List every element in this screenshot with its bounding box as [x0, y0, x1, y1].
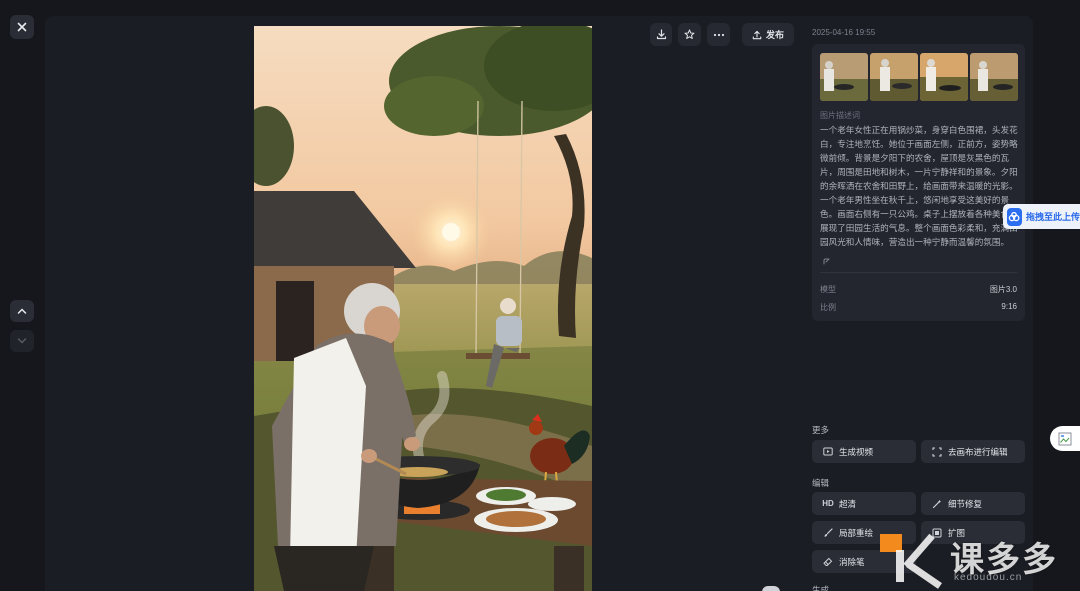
- image-info-card: 图片描述词 一个老年女性正在用锅炒菜，身穿白色围裙，头发花白，专注地烹饪。她位于…: [812, 44, 1025, 321]
- canvas-edit-button[interactable]: 去画布进行编辑: [921, 440, 1025, 463]
- cloud-drive-icon: [1007, 207, 1022, 226]
- eraser-icon: [822, 557, 834, 567]
- section-more-title: 更多: [812, 425, 830, 435]
- expand-icon: [931, 528, 943, 538]
- variant-thumbnails: [820, 53, 1018, 101]
- variant-thumbnail[interactable]: [870, 53, 918, 101]
- model-value: 图片3.0: [989, 285, 1017, 294]
- generated-image[interactable]: [254, 26, 592, 591]
- publish-label: 发布: [765, 30, 784, 40]
- section-generate-title: 生成: [812, 585, 830, 591]
- publish-button[interactable]: 发布: [742, 23, 794, 46]
- upload-icon: [752, 30, 762, 39]
- close-button[interactable]: [10, 15, 34, 39]
- partial-redraw-label: 局部重绘: [839, 527, 874, 538]
- ratio-label: 比例: [820, 303, 836, 312]
- creation-timestamp: 2025-04-16 19:55: [812, 28, 876, 37]
- eraser-button[interactable]: 消除笔: [812, 550, 916, 573]
- rural-cooking-scene: [254, 26, 592, 591]
- broken-image-icon[interactable]: [1050, 426, 1080, 451]
- watermark-subtext: kedoudou.cn: [954, 572, 1023, 583]
- image-description: 一个老年女性正在用锅炒菜，身穿白色围裙，头发花白，专注地烹饪。她位于画面左侧，正…: [820, 125, 1018, 247]
- upscale-hd-label: 超清: [839, 498, 857, 509]
- variant-thumbnail[interactable]: [970, 53, 1018, 101]
- video-icon: [822, 447, 834, 456]
- next-image-button[interactable]: [10, 330, 34, 352]
- canvas-icon: [931, 446, 943, 457]
- image-viewer: 发布 2025-04-16 19:55 图片描述词 一个老年女性正在用锅炒菜，身…: [0, 0, 1080, 591]
- more-options-button[interactable]: [707, 23, 730, 46]
- info-divider: [820, 272, 1017, 273]
- scroll-indicator[interactable]: [762, 586, 780, 591]
- chevron-up-icon: [17, 308, 27, 314]
- model-row: 模型 图片3.0: [820, 284, 1017, 295]
- generate-video-label: 生成视频: [839, 446, 874, 457]
- eraser-label: 消除笔: [839, 556, 865, 567]
- reuse-prompt-icon[interactable]: [822, 253, 831, 271]
- close-icon: [17, 22, 27, 32]
- partial-redraw-button[interactable]: 局部重绘: [812, 521, 916, 544]
- variant-thumbnail[interactable]: [920, 53, 968, 101]
- chevron-down-icon: [17, 338, 27, 344]
- description-label: 图片描述词: [820, 111, 860, 120]
- section-edit-title: 编辑: [812, 478, 830, 488]
- canvas-edit-label: 去画布进行编辑: [948, 446, 1008, 457]
- download-button[interactable]: [650, 23, 672, 46]
- drag-upload-label: 拖拽至此上传: [1025, 212, 1080, 222]
- drag-upload-widget[interactable]: 拖拽至此上传: [1003, 204, 1080, 229]
- download-icon: [656, 29, 666, 40]
- brush-icon: [822, 527, 834, 538]
- ellipsis-icon: [713, 33, 724, 36]
- detail-repair-label: 细节修复: [948, 498, 983, 509]
- previous-image-button[interactable]: [10, 300, 34, 322]
- generate-video-button[interactable]: 生成视频: [812, 440, 916, 463]
- ratio-row: 比例 9:16: [820, 302, 1017, 313]
- ratio-value: 9:16: [1001, 302, 1017, 311]
- detail-repair-button[interactable]: 细节修复: [921, 492, 1025, 515]
- upscale-hd-button[interactable]: HD 超清: [812, 492, 916, 515]
- star-icon: [684, 29, 695, 39]
- model-label: 模型: [820, 285, 836, 294]
- magic-wand-icon: [931, 499, 943, 509]
- variant-thumbnail[interactable]: [820, 53, 868, 101]
- hd-icon: HD: [822, 499, 834, 508]
- favorite-button[interactable]: [678, 23, 701, 46]
